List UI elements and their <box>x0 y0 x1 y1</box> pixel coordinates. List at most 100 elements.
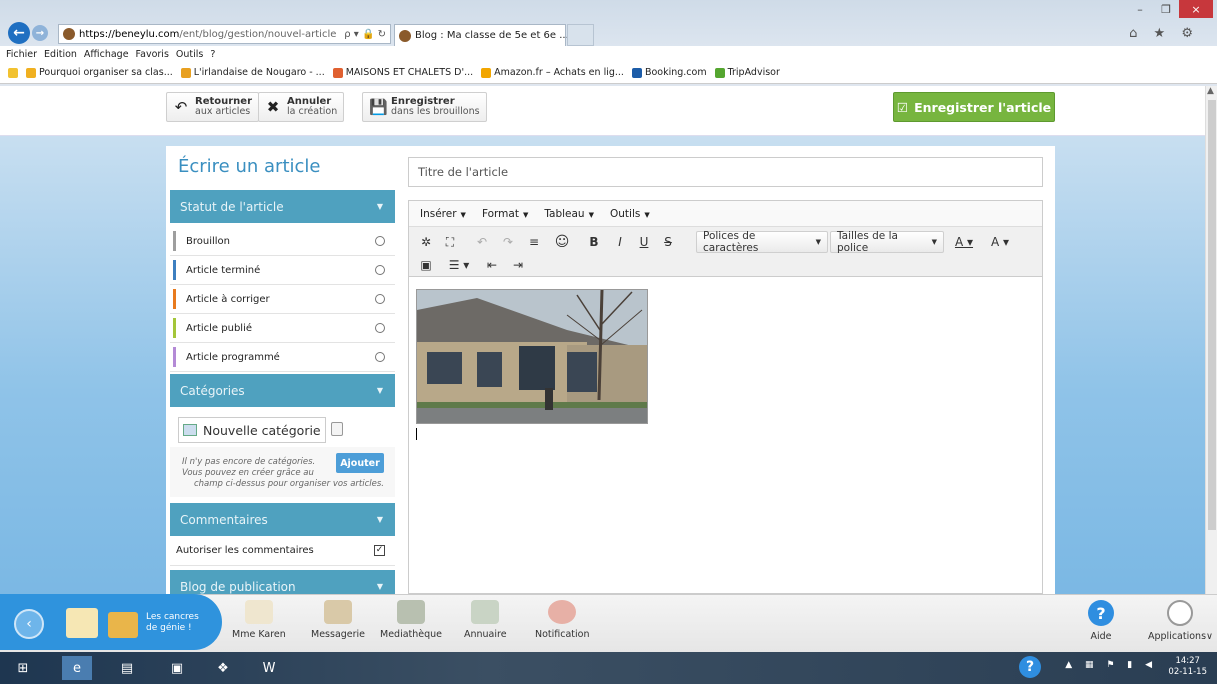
class-avatar-icon[interactable] <box>108 612 138 638</box>
italic-icon[interactable]: I <box>611 231 629 253</box>
applications-button[interactable]: Applications∨ <box>1148 600 1213 642</box>
status-radio[interactable] <box>375 265 385 275</box>
menu-favoris[interactable]: Favoris <box>136 49 169 60</box>
align-center-icon[interactable]: ≡ <box>525 231 543 253</box>
help-button[interactable]: ? Aide <box>1088 600 1114 642</box>
background-color-icon[interactable]: A ▾ <box>983 231 1017 253</box>
app-mediatheque[interactable]: Mediathèque <box>380 600 442 640</box>
section-comments-header[interactable]: Commentaires ▼ <box>170 503 395 536</box>
fullscreen-icon[interactable]: ⛶ <box>441 231 459 253</box>
status-label: Article à corriger <box>186 293 270 305</box>
font-family-select[interactable]: Polices de caractères ▼ <box>696 230 828 254</box>
outdent-icon[interactable]: ⇤ <box>483 254 501 276</box>
undo-icon[interactable]: ↶ <box>473 231 491 253</box>
status-option-finished[interactable]: Article terminé <box>170 256 395 285</box>
address-actions-icon[interactable]: ρ ▾ 🔒 ↻ <box>344 29 390 40</box>
menu-edition[interactable]: Edition <box>44 49 77 60</box>
status-option-to-correct[interactable]: Article à corriger <box>170 285 395 314</box>
article-photo-school-building[interactable] <box>416 289 648 424</box>
app-messagerie[interactable]: Messagerie <box>311 600 365 640</box>
home-star-gear-icon[interactable]: ⌂ ★ ⚙ <box>1129 26 1199 41</box>
favorite-link[interactable]: MAISONS ET CHALETS D'... <box>332 67 473 78</box>
indent-icon[interactable]: ⇥ <box>509 254 527 276</box>
favorite-link[interactable]: Pourquoi organiser sa clas... <box>26 67 173 78</box>
minimize-button[interactable]: – <box>1127 0 1153 18</box>
help-tray-icon[interactable]: ? <box>1019 656 1041 678</box>
internet-explorer-icon[interactable]: e <box>62 656 92 680</box>
status-option-scheduled[interactable]: Article programmé <box>170 343 395 372</box>
section-categories-header[interactable]: Catégories ▼ <box>170 374 395 407</box>
class-drawing-icon[interactable] <box>66 608 98 638</box>
status-option-published[interactable]: Article publié <box>170 314 395 343</box>
system-tray-icons[interactable]: ▲ ▦ ⚑ ▮ ◀ <box>1065 660 1157 670</box>
status-radio[interactable] <box>375 323 385 333</box>
menu-outils[interactable]: Outils <box>176 49 203 60</box>
new-category-field[interactable] <box>178 417 326 443</box>
clock-date: 02-11-15 <box>1168 667 1207 677</box>
bold-icon[interactable]: B <box>585 231 603 253</box>
font-size-select[interactable]: Tailles de la police ▼ <box>830 230 944 254</box>
cancel-creation-button[interactable]: ✖ Annuler la création <box>258 92 345 122</box>
save-draft-button[interactable]: 💾 Enregistrer dans les brouillons <box>362 92 487 122</box>
article-title-input[interactable]: Titre de l'article <box>408 157 1043 187</box>
dropbox-icon[interactable]: ❖ <box>208 656 238 680</box>
insert-media-icon[interactable]: ▣ <box>417 254 435 276</box>
back-to-articles-button[interactable]: ↶ Retourner aux articles <box>166 92 260 122</box>
underline-icon[interactable]: U <box>635 231 653 253</box>
scroll-up-icon[interactable]: ▲ <box>1207 86 1214 96</box>
allow-comments-checkbox[interactable]: ✓ <box>374 545 385 556</box>
restore-button[interactable]: ❐ <box>1153 0 1179 18</box>
cancel-sublabel: la création <box>287 106 338 117</box>
address-bar[interactable]: https://beneylu.com/ent/blog/gestion/nou… <box>58 24 391 44</box>
word-icon[interactable]: W <box>254 656 284 680</box>
scroll-thumb[interactable] <box>1208 100 1216 530</box>
favorite-icon <box>26 67 36 78</box>
app-annuaire[interactable]: Annuaire <box>464 600 507 640</box>
url-path: /ent/blog/gestion/nouvel-article <box>179 28 337 40</box>
section-status-header[interactable]: Statut de l'article ▼ <box>170 190 395 223</box>
app-notification[interactable]: Notification <box>535 600 590 640</box>
favorite-link[interactable]: TripAdvisor <box>714 67 780 78</box>
favorite-link[interactable]: L'irlandaise de Nougaro - ... <box>180 67 325 78</box>
redo-icon[interactable]: ↷ <box>499 231 517 253</box>
status-label: Brouillon <box>186 235 230 247</box>
editor-menu-insert[interactable]: Insérer ▼ <box>420 208 466 220</box>
new-tab-button[interactable] <box>567 24 594 46</box>
category-options-icon[interactable] <box>331 422 343 436</box>
favorites-star-icon[interactable] <box>8 67 18 78</box>
forward-arrow-icon[interactable]: → <box>32 25 48 41</box>
allow-comments-row[interactable]: Autoriser les commentaires ✓ <box>170 536 395 566</box>
app-mme-karen[interactable]: Mme Karen <box>232 600 286 640</box>
editor-menu-table[interactable]: Tableau ▼ <box>544 208 594 220</box>
emoji-smiley-icon[interactable]: ☺ <box>553 231 571 253</box>
system-clock[interactable]: 14:27 02-11-15 <box>1168 656 1207 678</box>
status-radio[interactable] <box>375 352 385 362</box>
menu-help[interactable]: ? <box>210 49 215 60</box>
new-category-input[interactable] <box>203 422 323 438</box>
menu-affichage[interactable]: Affichage <box>84 49 129 60</box>
favorite-link[interactable]: Amazon.fr – Achats en lig... <box>481 67 624 78</box>
text-color-icon[interactable]: A ▾ <box>949 231 979 253</box>
media-icon <box>397 600 426 624</box>
back-arrow-icon[interactable]: ← <box>8 22 30 44</box>
settings-gear-icon[interactable]: ✲ <box>417 231 435 253</box>
browser-tab[interactable]: Blog : Ma classe de 5e et 6e ... × <box>394 24 583 46</box>
file-explorer-icon[interactable]: ▤ <box>112 656 142 680</box>
store-icon[interactable]: ▣ <box>162 656 192 680</box>
editor-menu-tools[interactable]: Outils ▼ <box>610 208 650 220</box>
menu-fichier[interactable]: Fichier <box>6 49 37 60</box>
favorite-link[interactable]: Booking.com <box>631 67 707 78</box>
editor-menu-format[interactable]: Format ▼ <box>482 208 528 220</box>
windows-start-icon[interactable]: ⊞ <box>8 656 38 680</box>
status-radio[interactable] <box>375 236 385 246</box>
add-category-button[interactable]: Ajouter <box>336 453 384 473</box>
chevron-left-icon[interactable]: ‹ <box>14 609 44 639</box>
bullet-list-icon[interactable]: ☰ ▾ <box>443 254 475 276</box>
status-option-draft[interactable]: Brouillon <box>170 227 395 256</box>
favorite-icon <box>714 67 725 78</box>
page-scrollbar[interactable]: ▲ <box>1205 86 1217 594</box>
strikethrough-icon[interactable]: S <box>659 231 677 253</box>
status-radio[interactable] <box>375 294 385 304</box>
save-article-button[interactable]: ☑ Enregistrer l'article <box>893 92 1055 122</box>
close-window-button[interactable]: × <box>1179 0 1213 18</box>
